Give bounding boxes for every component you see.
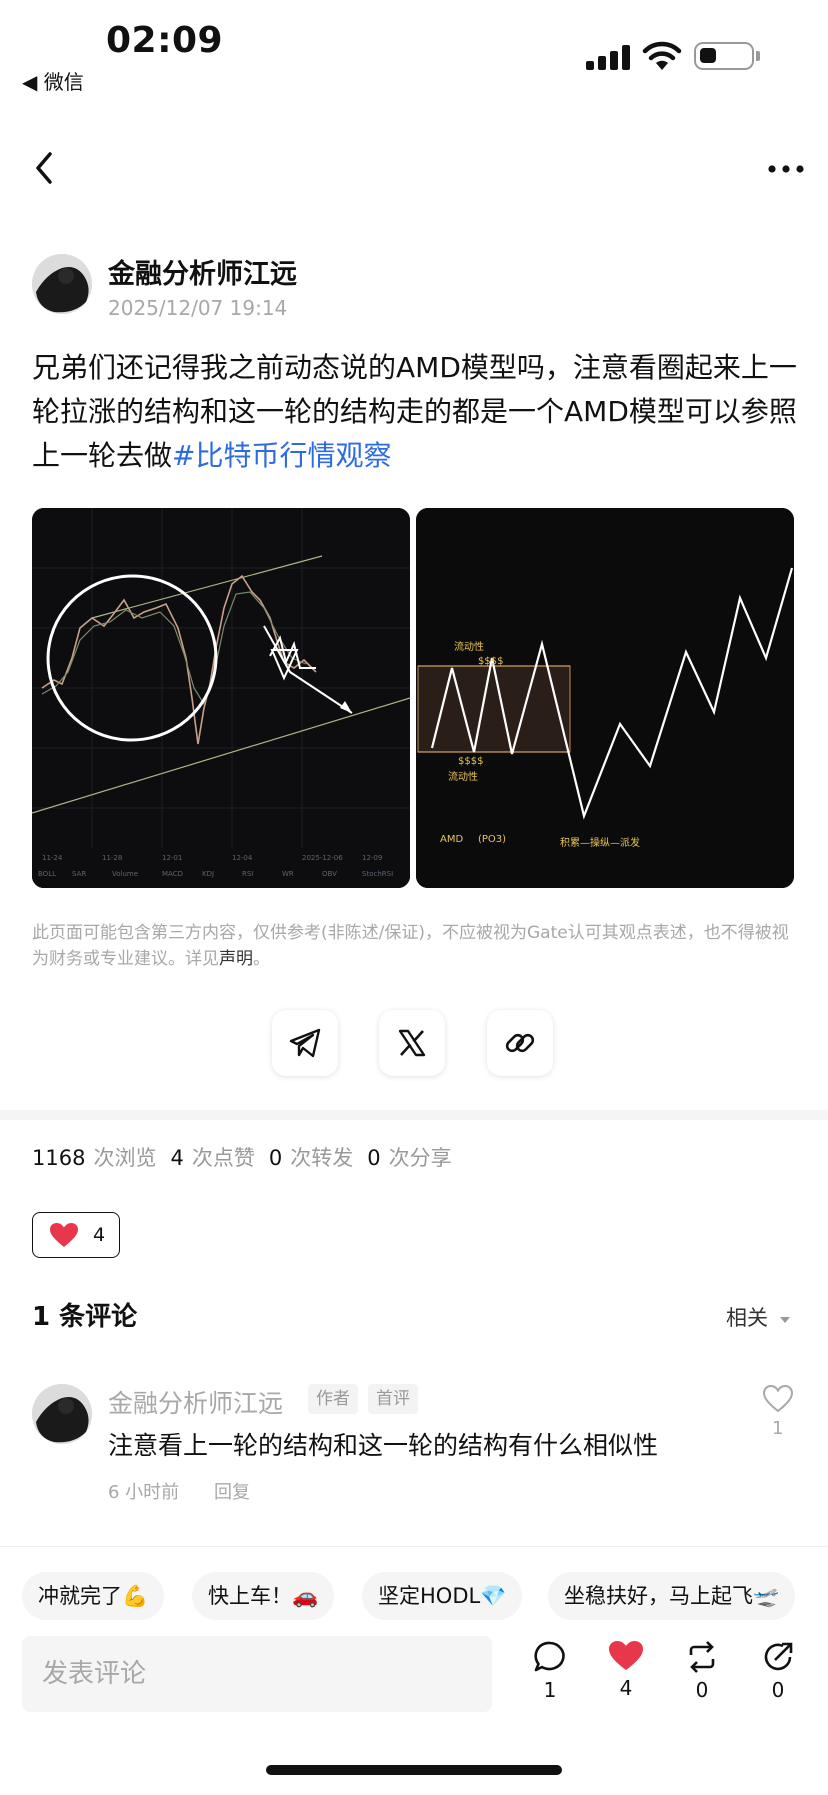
amd-label-dollar-top: $$$$ bbox=[478, 656, 503, 667]
battery-icon bbox=[694, 42, 754, 70]
comment-action-button[interactable]: 1 bbox=[520, 1640, 580, 1702]
post-stats: 1168 次浏览 4 次点赞 0 次转发 0 次分享 bbox=[32, 1142, 452, 1172]
share-count: 0 bbox=[771, 1678, 785, 1702]
status-time: 02:09 bbox=[106, 20, 224, 61]
views-stat: 1168 次浏览 bbox=[32, 1146, 157, 1170]
comment-like-count: 1 bbox=[772, 1418, 784, 1439]
chevron-left-icon bbox=[36, 152, 52, 184]
comment-like-button[interactable] bbox=[762, 1384, 794, 1414]
signal-icon bbox=[586, 44, 630, 70]
svg-text:Volume: Volume bbox=[112, 870, 138, 878]
author-name[interactable]: 金融分析师江远 bbox=[108, 252, 297, 291]
caret-down-icon bbox=[779, 1317, 790, 1323]
telegram-icon bbox=[289, 1028, 321, 1058]
quick-reply-chip[interactable]: 冲就完了💪 bbox=[22, 1572, 165, 1620]
comment-bubble-icon bbox=[534, 1641, 565, 1672]
heart-reaction-count: 4 bbox=[93, 1224, 106, 1246]
hashtag-link[interactable]: #比特币行情观察 bbox=[172, 439, 391, 472]
bottom-separator bbox=[0, 1546, 828, 1547]
share-x-button[interactable] bbox=[379, 1010, 445, 1076]
comment-sort-dropdown[interactable]: 相关 bbox=[726, 1302, 791, 1332]
btc-chart-image: 11-24 11-28 12-01 12-04 2025-12-06 12-09 BOL… bbox=[32, 508, 410, 888]
more-dots-icon bbox=[768, 165, 804, 173]
amd-label-phases: 积累—操纵—派发 bbox=[560, 836, 640, 849]
wifi-icon bbox=[642, 40, 682, 72]
svg-text:KDJ: KDJ bbox=[202, 870, 214, 878]
post-image-chart[interactable]: 11-24 11-28 12-01 12-04 2025-12-06 12-09 BOL… bbox=[32, 508, 410, 888]
copy-link-button[interactable] bbox=[487, 1010, 553, 1076]
avatar-image bbox=[32, 1384, 92, 1444]
svg-text:2025-12-06: 2025-12-06 bbox=[302, 854, 343, 862]
disclaimer-end: 。 bbox=[253, 949, 270, 969]
comments-title: 1 条评论 bbox=[32, 1302, 138, 1332]
share-action-button[interactable]: 0 bbox=[748, 1640, 808, 1702]
section-divider bbox=[0, 1110, 828, 1120]
disclaimer-text: 此页面可能包含第三方内容，仅供参考(非陈述/保证)，不应被视为Gate认可其观点… bbox=[32, 923, 789, 969]
repost-action-button[interactable]: 0 bbox=[672, 1640, 732, 1702]
post-image-amd-model[interactable]: 流动性 $$$$ $$$$ 流动性 AMD (PO3) 积累—操纵—派发 bbox=[416, 508, 794, 888]
svg-text:BOLL: BOLL bbox=[38, 870, 56, 878]
comment-count: 1 bbox=[543, 1678, 557, 1702]
share-telegram-button[interactable] bbox=[272, 1010, 338, 1076]
svg-text:RSI: RSI bbox=[242, 870, 253, 878]
quick-reply-chip[interactable]: 快上车！🚗 bbox=[192, 1572, 335, 1620]
quick-reply-chip[interactable]: 坚定HODL💎 bbox=[362, 1572, 523, 1620]
amd-label-dollar-bottom: $$$$ bbox=[458, 756, 483, 767]
likes-stat: 4 次点赞 bbox=[170, 1146, 255, 1170]
like-action-button[interactable]: 4 bbox=[596, 1640, 656, 1700]
avatar-image bbox=[32, 254, 92, 314]
back-button[interactable] bbox=[30, 148, 60, 188]
post-timestamp: 2025/12/07 19:14 bbox=[108, 296, 288, 320]
home-indicator[interactable] bbox=[266, 1765, 562, 1775]
disclaimer-statement-link[interactable]: 声明 bbox=[219, 949, 253, 969]
disclaimer: 此页面可能包含第三方内容，仅供参考(非陈述/保证)，不应被视为Gate认可其观点… bbox=[32, 920, 792, 972]
commenter-avatar[interactable] bbox=[32, 1384, 92, 1444]
svg-text:OBV: OBV bbox=[322, 870, 337, 878]
comment-time: 6 小时前 bbox=[108, 1482, 180, 1503]
svg-text:MACD: MACD bbox=[162, 870, 183, 878]
comment-text: 注意看上一轮的结构和这一轮的结构有什么相似性 bbox=[108, 1431, 659, 1460]
back-to-wechat-link[interactable]: ◀ 微信 bbox=[22, 66, 84, 95]
x-logo-icon bbox=[398, 1029, 426, 1057]
share-arrow-icon bbox=[764, 1642, 793, 1671]
amd-diagram-image: 流动性 $$$$ $$$$ 流动性 AMD (PO3) 积累—操纵—派发 bbox=[416, 508, 794, 888]
comment-input[interactable] bbox=[22, 1636, 492, 1712]
first-comment-tag: 首评 bbox=[368, 1384, 418, 1414]
heart-icon bbox=[609, 1641, 643, 1670]
svg-text:12-04: 12-04 bbox=[232, 854, 253, 862]
sort-label: 相关 bbox=[726, 1306, 768, 1330]
heart-outline-icon bbox=[762, 1384, 794, 1413]
reply-button[interactable]: 回复 bbox=[214, 1478, 250, 1504]
amd-label-po3: (PO3) bbox=[478, 834, 506, 845]
amd-label-amd: AMD bbox=[440, 834, 463, 845]
post-text-content: 兄弟们还记得我之前动态说的AMD模型吗，注意看圈起来上一轮拉涨的结构和这一轮的结… bbox=[32, 351, 797, 472]
commenter-name[interactable]: 金融分析师江远 bbox=[108, 1384, 283, 1420]
shares-stat: 0 次分享 bbox=[367, 1146, 452, 1170]
svg-text:WR: WR bbox=[282, 870, 294, 878]
author-avatar[interactable] bbox=[32, 254, 92, 314]
battery-tip bbox=[756, 51, 760, 61]
svg-text:11-24: 11-24 bbox=[42, 854, 63, 862]
heart-icon bbox=[50, 1223, 78, 1247]
status-bar: 02:09 ◀ 微信 bbox=[0, 0, 828, 100]
amd-label-liquidity-bottom: 流动性 bbox=[448, 770, 478, 783]
like-count: 4 bbox=[619, 1676, 633, 1700]
more-options-button[interactable] bbox=[766, 154, 806, 184]
svg-text:SAR: SAR bbox=[72, 870, 86, 878]
repost-count: 0 bbox=[695, 1678, 709, 1702]
svg-text:11-28: 11-28 bbox=[102, 854, 122, 862]
svg-text:12-01: 12-01 bbox=[162, 854, 182, 862]
amd-label-liquidity-top: 流动性 bbox=[454, 640, 484, 653]
quick-reply-chip[interactable]: 坐稳扶好，马上起飞🛫 bbox=[548, 1572, 796, 1620]
svg-text:StochRSI: StochRSI bbox=[362, 870, 393, 878]
link-icon bbox=[505, 1033, 535, 1053]
author-tag: 作者 bbox=[308, 1384, 358, 1414]
heart-reaction-button[interactable]: 4 bbox=[32, 1212, 120, 1258]
repost-icon bbox=[689, 1641, 715, 1673]
post-text: 兄弟们还记得我之前动态说的AMD模型吗，注意看圈起来上一轮拉涨的结构和这一轮的结… bbox=[32, 346, 798, 478]
reposts-stat: 0 次转发 bbox=[268, 1146, 354, 1170]
svg-text:12-09: 12-09 bbox=[362, 854, 382, 862]
